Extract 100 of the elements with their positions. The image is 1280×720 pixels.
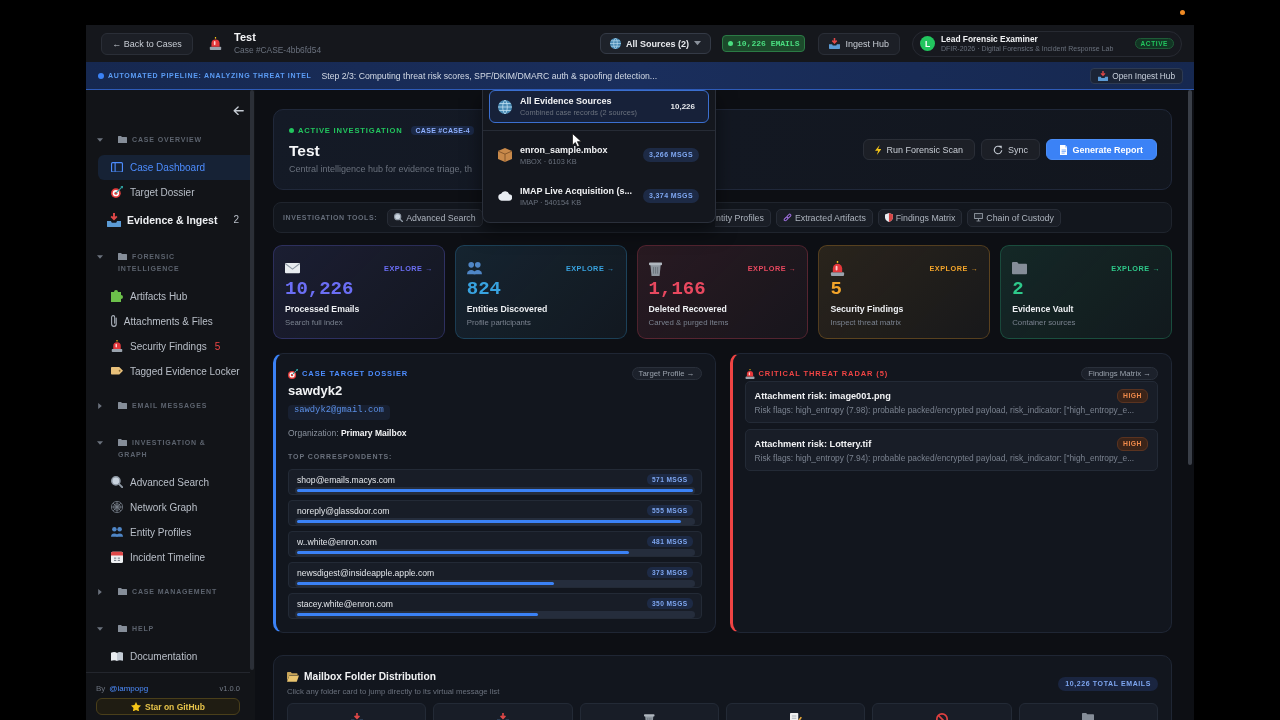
sidebar-item[interactable]: Entity Profiles bbox=[98, 519, 250, 545]
target-name: sawdyk2 bbox=[288, 382, 344, 399]
sidebar-item[interactable]: Case Dashboard bbox=[98, 154, 250, 180]
lightning-icon bbox=[875, 144, 882, 155]
people-icon bbox=[111, 527, 123, 537]
correspondent-email: newsdigest@insideapple.apple.com bbox=[297, 567, 435, 578]
stat-label: Entities Discovered bbox=[466, 303, 549, 315]
caret-icon[interactable] bbox=[98, 403, 102, 409]
case-heading: Test bbox=[289, 141, 321, 160]
stat-label: Security Findings bbox=[830, 303, 905, 315]
paperclip-icon bbox=[111, 315, 117, 327]
sidebar-item[interactable]: Tagged Evidence Locker bbox=[98, 358, 250, 384]
open-folder-icon bbox=[287, 672, 299, 682]
status-dot-icon bbox=[1180, 10, 1185, 15]
stat-label: Evidence Vault bbox=[1012, 303, 1075, 315]
record-count: 10,226 bbox=[670, 102, 695, 111]
link-icon bbox=[782, 213, 792, 222]
shield-icon bbox=[884, 213, 893, 222]
tool-chip[interactable]: Findings Matrix bbox=[877, 208, 963, 227]
author-link[interactable]: @iampopg bbox=[109, 683, 149, 693]
monitor-icon bbox=[974, 213, 984, 222]
pointer-cursor-icon bbox=[572, 133, 582, 147]
source-name: enron_sample.mbox bbox=[520, 143, 609, 156]
package-icon bbox=[498, 148, 512, 162]
refresh-icon bbox=[992, 144, 1003, 155]
caret-icon[interactable] bbox=[97, 441, 103, 445]
finding-detail: Risk flags: high_entropy (7.94): probable packed/encrypted payload, risk_indicator: ["high_entropy_e... bbox=[754, 453, 1136, 463]
correspondent-email: stacey.white@enron.com bbox=[297, 598, 393, 609]
globe-icon bbox=[610, 38, 621, 49]
action-button[interactable]: Run Forensic Scan bbox=[863, 139, 975, 160]
sidebar-item[interactable]: Network Graph bbox=[98, 494, 250, 520]
stat-value: 2 bbox=[1012, 279, 1025, 299]
sidebar-item[interactable]: Artifacts Hub bbox=[98, 283, 250, 309]
finding-detail: Risk flags: high_entropy (7.98): probable packed/encrypted payload, risk_indicator: ["high_entropy_e... bbox=[754, 405, 1136, 415]
panel-icon bbox=[111, 161, 123, 173]
ingest-hub-button[interactable]: Ingest Hub bbox=[818, 32, 900, 55]
tool-chip[interactable]: Advanced Search bbox=[387, 208, 483, 227]
globe-icon bbox=[498, 99, 512, 114]
correspondent-email: w..white@enron.com bbox=[297, 536, 377, 547]
email-chip: sawdyk2@gmail.com bbox=[288, 405, 390, 420]
caret-icon[interactable] bbox=[97, 627, 103, 631]
arrow-left-icon bbox=[233, 105, 244, 116]
item-count: 5 bbox=[214, 340, 221, 352]
tool-chip[interactable]: ntity Profiles bbox=[715, 208, 771, 227]
stat-value: 10,226 bbox=[285, 279, 355, 299]
user-name: Lead Forensic Examiner bbox=[941, 34, 1039, 44]
pipeline-message: Step 2/3: Computing threat risk scores, SPF/DKIM/DMARC auth & spoofing detection... bbox=[321, 70, 658, 81]
correspondent-email: shop@emails.macys.com bbox=[297, 474, 396, 485]
email-count-badge: 10,226 EMAILS bbox=[722, 35, 806, 52]
caret-icon[interactable] bbox=[97, 255, 103, 259]
puzzle-icon bbox=[111, 290, 123, 302]
stat-label: Processed Emails bbox=[285, 303, 361, 315]
scrollbar-thumb[interactable] bbox=[1188, 90, 1192, 465]
correspondent-email: noreply@glassdoor.com bbox=[297, 505, 390, 516]
web-icon bbox=[111, 501, 123, 513]
sidebar-item[interactable]: Documentation bbox=[98, 643, 250, 669]
caret-icon bbox=[694, 41, 702, 46]
source-filter-dropdown[interactable]: All Sources (2) bbox=[600, 33, 712, 54]
source-name: IMAP Live Acquisition (s... bbox=[520, 184, 634, 197]
folder-icon bbox=[1012, 262, 1028, 275]
finding-title: Attachment risk: image001.png bbox=[754, 390, 891, 401]
avatar: L bbox=[920, 36, 935, 51]
open-ingest-hub-button[interactable]: Open Ingest Hub bbox=[1090, 67, 1183, 84]
sidebar-item[interactable]: Advanced Search bbox=[98, 469, 250, 495]
case-description: Central intelligence hub for evidence triage, th bbox=[289, 164, 474, 175]
github-star-button[interactable]: Star on GitHub bbox=[96, 698, 240, 715]
sidebar-item[interactable]: Target Dossier bbox=[98, 179, 250, 205]
siren-icon bbox=[111, 340, 123, 352]
book-icon bbox=[111, 651, 123, 661]
stat-value: 824 bbox=[466, 279, 502, 299]
search-icon bbox=[394, 213, 404, 222]
sidebar-item[interactable]: Attachments & Files bbox=[98, 308, 250, 334]
tool-chip[interactable]: Extracted Artifacts bbox=[775, 208, 873, 227]
siren-icon bbox=[209, 37, 222, 50]
action-button[interactable]: Sync bbox=[980, 139, 1040, 160]
folder-icon bbox=[118, 252, 127, 260]
action-button[interactable]: Generate Report bbox=[1045, 139, 1157, 160]
stat-value: 5 bbox=[830, 279, 843, 299]
sidebar-item[interactable]: Incident Timeline bbox=[98, 544, 250, 570]
source-name: All Evidence Sources bbox=[520, 95, 613, 107]
status-dot-icon bbox=[289, 127, 294, 133]
caret-icon[interactable] bbox=[97, 138, 103, 142]
star-icon bbox=[131, 701, 141, 712]
back-button[interactable]: ← Back to Cases bbox=[101, 32, 193, 55]
sidebar-item[interactable]: Evidence & Ingest 2 bbox=[98, 204, 250, 235]
item-count: 2 bbox=[233, 214, 239, 225]
target-icon bbox=[288, 368, 298, 379]
collapse-sidebar-button[interactable] bbox=[233, 103, 244, 118]
finding-title: Attachment risk: Lottery.tif bbox=[754, 438, 872, 449]
search-icon bbox=[111, 476, 123, 488]
folder-icon bbox=[118, 438, 127, 446]
caret-icon[interactable] bbox=[98, 589, 102, 595]
sidebar-item[interactable]: Security Findings 5 bbox=[98, 333, 250, 359]
tool-chip[interactable]: Chain of Custody bbox=[967, 208, 1061, 227]
inbox-tray-icon bbox=[1098, 70, 1109, 81]
inbox-tray-icon bbox=[107, 212, 121, 227]
folder-icon bbox=[118, 587, 127, 595]
status-dot-icon bbox=[98, 72, 104, 79]
tag-icon bbox=[111, 367, 123, 375]
people-icon bbox=[466, 262, 482, 275]
